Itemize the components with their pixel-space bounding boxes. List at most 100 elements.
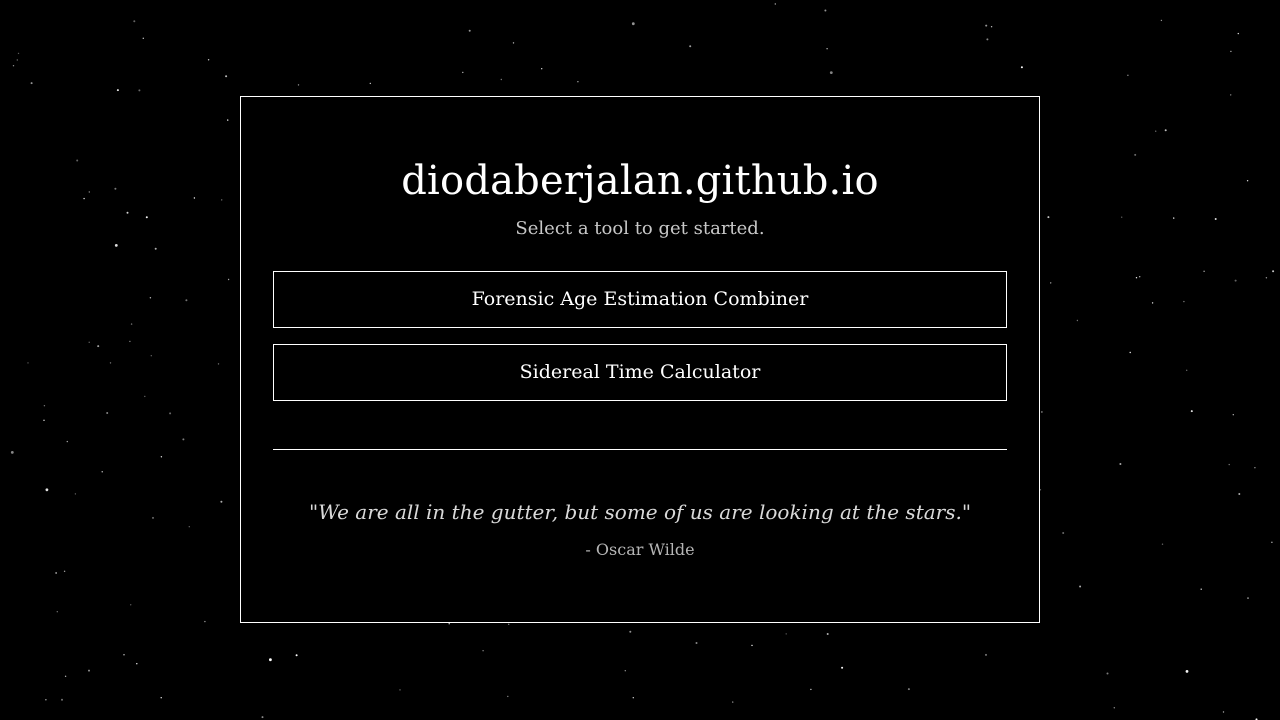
star <box>732 701 734 703</box>
star <box>985 653 987 656</box>
sidereal-time-calculator-button[interactable]: Sidereal Time Calculator <box>273 344 1007 401</box>
quote-author: - Oscar Wilde <box>585 540 695 559</box>
star <box>217 363 220 365</box>
star <box>1155 130 1157 132</box>
star <box>1119 463 1122 465</box>
star <box>507 695 509 698</box>
star <box>61 698 63 701</box>
star <box>55 572 57 574</box>
forensic-age-estimation-combiner-button[interactable]: Forensic Age Estimation Combiner <box>273 271 1007 328</box>
star <box>27 362 29 364</box>
star <box>468 29 471 32</box>
star <box>152 516 154 519</box>
star <box>1200 588 1202 590</box>
star <box>826 633 829 635</box>
star <box>1186 369 1188 371</box>
star <box>541 68 543 70</box>
star <box>1271 541 1273 543</box>
star <box>826 48 828 50</box>
star <box>1228 463 1230 466</box>
star <box>1247 597 1249 599</box>
star <box>150 355 152 357</box>
star <box>1050 282 1052 284</box>
star <box>448 623 450 625</box>
star <box>64 675 67 677</box>
star <box>774 3 776 5</box>
star <box>1020 66 1023 69</box>
star <box>114 244 118 247</box>
star <box>990 26 993 28</box>
star <box>138 89 141 92</box>
quote-text: "We are all in the gutter, but some of u… <box>308 500 972 524</box>
star <box>1047 216 1050 219</box>
star <box>160 697 162 699</box>
star <box>785 633 787 635</box>
star <box>369 82 371 85</box>
star <box>1079 585 1082 588</box>
star <box>1135 277 1138 279</box>
star <box>1113 707 1116 709</box>
star <box>1161 543 1164 545</box>
site-subtitle: Select a tool to get started. <box>515 218 765 239</box>
star <box>126 211 129 214</box>
star <box>193 197 196 199</box>
star <box>88 341 90 343</box>
star <box>631 22 635 26</box>
star <box>106 412 109 414</box>
star <box>136 663 138 665</box>
star <box>1238 493 1241 495</box>
star <box>83 197 85 200</box>
star <box>43 405 46 407</box>
star <box>1246 180 1249 182</box>
star <box>1203 270 1205 272</box>
star <box>220 500 223 503</box>
star <box>907 688 910 691</box>
star <box>629 630 632 633</box>
star <box>269 658 272 662</box>
star <box>824 9 827 12</box>
star <box>1164 129 1167 132</box>
star <box>810 688 812 691</box>
star <box>751 644 753 647</box>
star <box>114 187 117 190</box>
star <box>188 526 190 528</box>
star <box>142 37 144 39</box>
star <box>207 59 210 61</box>
star <box>1222 711 1225 713</box>
star <box>109 362 112 364</box>
star <box>482 650 484 652</box>
star <box>88 191 91 193</box>
star <box>169 412 172 415</box>
star <box>74 493 77 495</box>
star <box>829 71 833 74</box>
star <box>144 395 146 398</box>
star <box>1234 279 1237 282</box>
star <box>1041 411 1043 413</box>
star <box>1254 467 1256 469</box>
star <box>1237 32 1240 35</box>
star <box>45 699 47 701</box>
star <box>1160 19 1163 22</box>
star <box>508 623 510 625</box>
star <box>512 42 515 44</box>
star <box>88 669 90 672</box>
star <box>56 611 58 613</box>
star <box>695 642 698 644</box>
star <box>632 697 634 699</box>
star <box>133 20 136 23</box>
star <box>1151 302 1154 304</box>
section-divider <box>273 449 1007 450</box>
star <box>123 654 125 656</box>
main-panel: diodaberjalan.github.io Select a tool to… <box>240 96 1040 623</box>
star <box>261 716 264 719</box>
star <box>1076 319 1079 322</box>
star <box>462 71 464 74</box>
star <box>1129 351 1131 354</box>
star <box>577 81 579 83</box>
star <box>204 620 206 623</box>
star <box>185 299 188 302</box>
star <box>1183 300 1185 303</box>
star <box>63 570 66 572</box>
star <box>76 159 79 162</box>
star <box>624 670 626 672</box>
